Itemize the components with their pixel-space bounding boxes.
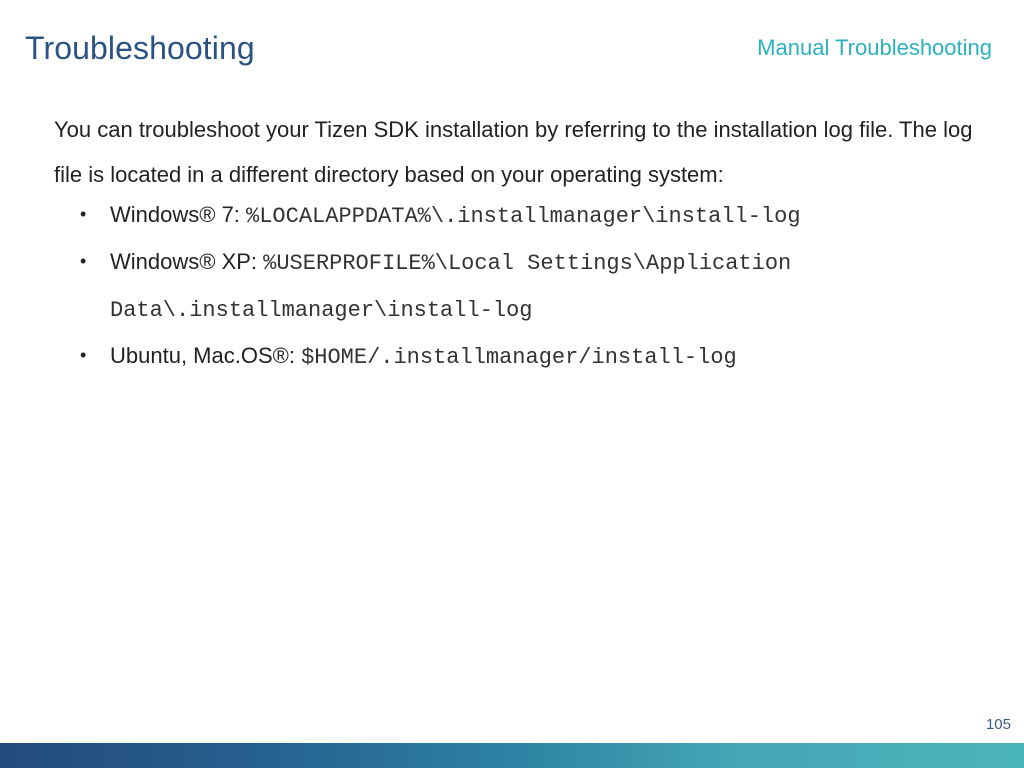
bullet-icon: • xyxy=(80,251,87,271)
section-title: Manual Troubleshooting xyxy=(757,35,992,60)
intro-paragraph: You can troubleshoot your Tizen SDK inst… xyxy=(54,117,973,187)
footer-bar xyxy=(0,743,1024,768)
os-label: Ubuntu, Mac.OS®: xyxy=(110,343,302,368)
list-item-ubuntu-macos: • Ubuntu, Mac.OS®: $HOME/.installmanager… xyxy=(80,333,980,380)
slide-title: Troubleshooting xyxy=(25,30,255,66)
log-location-list: • Windows® 7: %LOCALAPPDATA%\.installman… xyxy=(80,192,980,380)
bullet-icon: • xyxy=(80,345,87,365)
list-item-windows-xp: • Windows® XP: %USERPROFILE%\Local Setti… xyxy=(80,239,980,333)
page-number: 105 xyxy=(985,716,1011,733)
log-path: %LOCALAPPDATA%\.installmanager\install-l… xyxy=(246,204,801,229)
list-item-windows-7: • Windows® 7: %LOCALAPPDATA%\.installman… xyxy=(80,192,980,239)
log-path: $HOME/.installmanager/install-log xyxy=(301,345,737,370)
os-label: Windows® 7: xyxy=(110,202,247,227)
os-label: Windows® XP: xyxy=(110,249,264,274)
bullet-icon: • xyxy=(80,204,87,224)
